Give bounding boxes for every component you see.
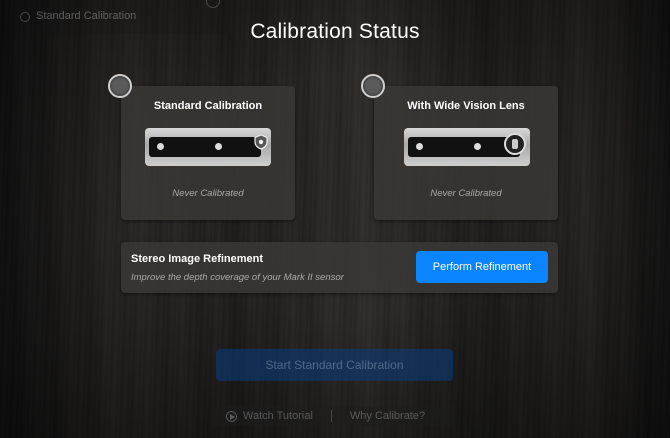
sensor-face	[408, 137, 520, 157]
refinement-panel: Stereo Image Refinement Improve the dept…	[121, 242, 558, 293]
sensor-lens-left	[157, 143, 164, 150]
wide-lens-icon	[504, 133, 526, 155]
shield-icon	[254, 134, 268, 150]
sensor-device-image	[404, 128, 530, 166]
sensor-lens-right	[474, 143, 481, 150]
watch-tutorial-link[interactable]: Watch Tutorial	[243, 410, 313, 422]
sensor-face	[149, 137, 261, 157]
card-status: Never Calibrated	[430, 188, 502, 199]
standard-calibration-radio[interactable]	[108, 74, 132, 98]
card-title: With Wide Vision Lens	[407, 100, 525, 112]
why-calibrate-link[interactable]: Why Calibrate?	[350, 410, 425, 422]
refinement-subtitle: Improve the depth coverage of your Mark …	[131, 272, 344, 283]
background-knob-icon	[206, 0, 220, 8]
divider	[330, 410, 332, 422]
sensor-device-image	[145, 128, 271, 166]
standard-calibration-card[interactable]: Standard Calibration Never Calibrated	[121, 86, 295, 220]
card-title: Standard Calibration	[153, 100, 263, 112]
perform-refinement-button[interactable]: Perform Refinement	[416, 251, 548, 283]
wide-vision-radio[interactable]	[361, 74, 385, 98]
refinement-title: Stereo Image Refinement	[131, 253, 264, 265]
wide-vision-card[interactable]: With Wide Vision Lens Never Calibrated	[374, 86, 558, 220]
help-links-bar: Watch Tutorial Why Calibrate?	[214, 406, 454, 426]
sensor-lens-left	[416, 143, 423, 150]
play-icon	[226, 410, 237, 422]
page-title: Calibration Status	[250, 20, 420, 43]
sensor-lens-right	[215, 143, 222, 150]
card-status: Never Calibrated	[172, 188, 244, 199]
wide-lens-dot	[512, 139, 518, 149]
start-calibration-button[interactable]: Start Standard Calibration	[216, 349, 453, 381]
